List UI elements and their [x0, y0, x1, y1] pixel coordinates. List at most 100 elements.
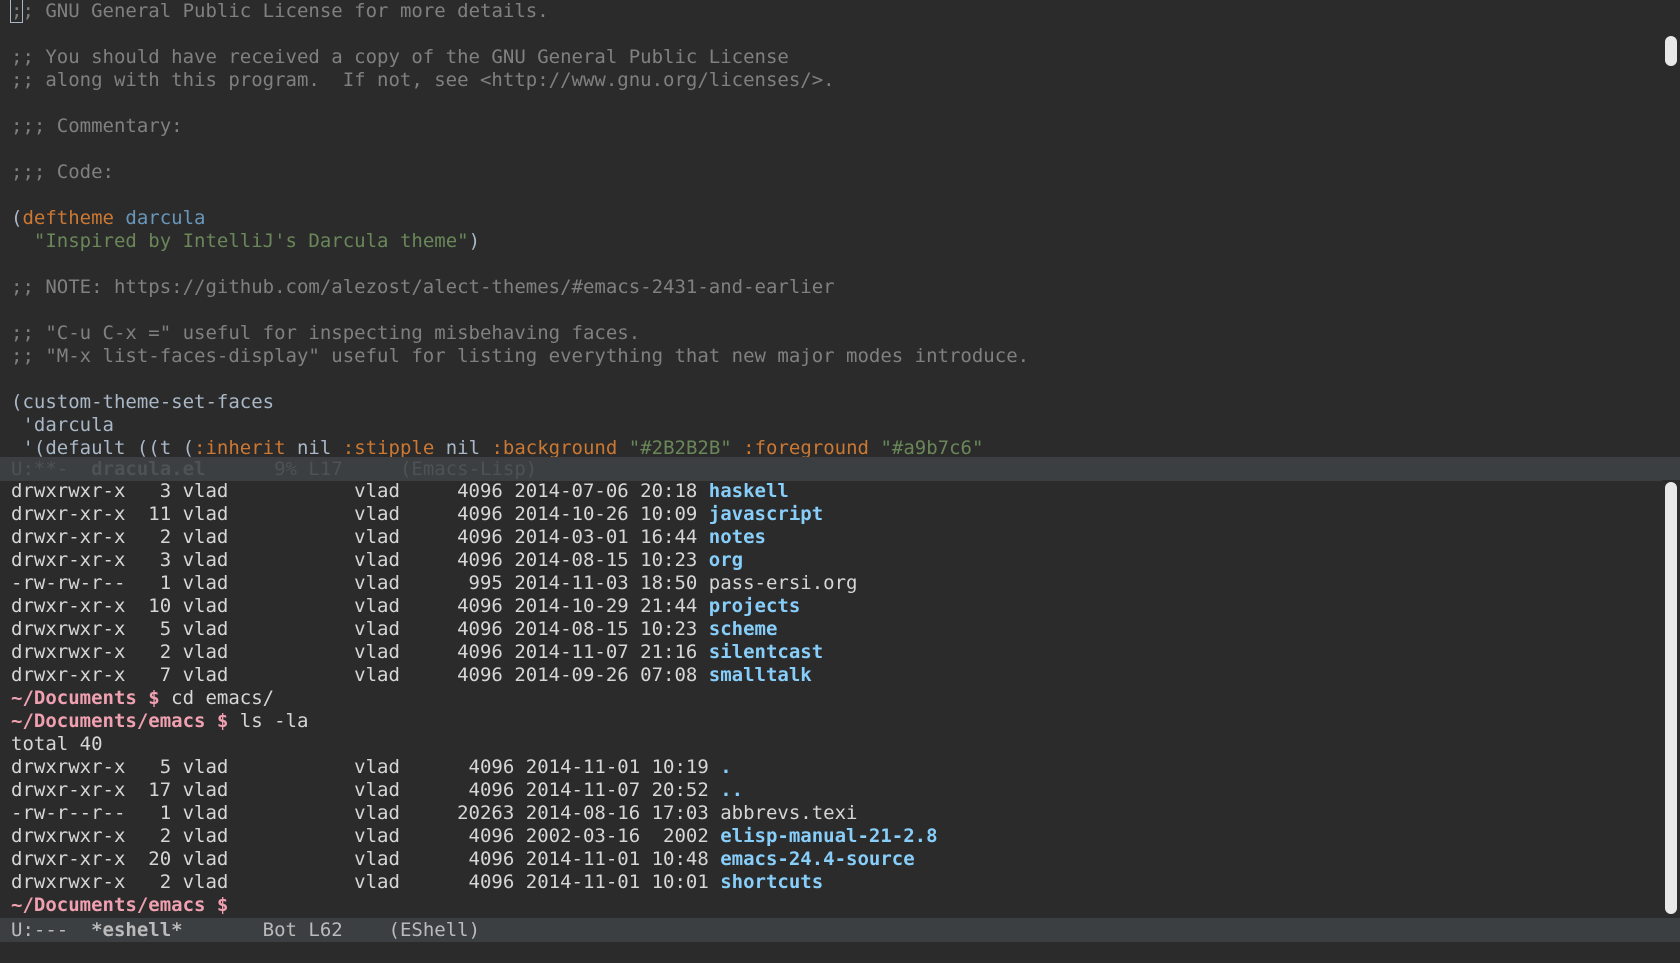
- modeline-major-mode[interactable]: (EShell): [389, 919, 481, 941]
- shell-line[interactable]: drwxr-xr-x 11 vlad vlad 4096 2014-10-26 …: [11, 503, 1662, 526]
- text-segment: "Inspired by IntelliJ's Darcula theme": [33, 230, 469, 252]
- directory-name: silentcast: [708, 641, 824, 663]
- shell-line[interactable]: -rw-r--r-- 1 vlad vlad 20263 2014-08-16 …: [11, 802, 1662, 825]
- text-segment: :background: [491, 437, 618, 457]
- code-line[interactable]: (deftheme darcula: [11, 207, 1662, 230]
- text-segment: nil: [434, 437, 492, 457]
- code-line[interactable]: ;; You should have received a copy of th…: [11, 46, 1662, 69]
- top-scrollbar-thumb[interactable]: [1665, 36, 1677, 66]
- shell-line[interactable]: drwxrwxr-x 2 vlad vlad 4096 2002-03-16 2…: [11, 825, 1662, 848]
- code-line[interactable]: [11, 253, 1662, 276]
- shell-line[interactable]: drwxrwxr-x 5 vlad vlad 4096 2014-11-01 1…: [11, 756, 1662, 779]
- text-segment: pass-ersi.org: [708, 572, 858, 594]
- text-segment: cd emacs/: [159, 687, 275, 709]
- text-segment: "#a9b7c6": [880, 437, 984, 457]
- shell-line[interactable]: drwxr-xr-x 7 vlad vlad 4096 2014-09-26 0…: [11, 664, 1662, 687]
- shell-line[interactable]: drwxrwxr-x 2 vlad vlad 4096 2014-11-01 1…: [11, 871, 1662, 894]
- code-line[interactable]: [11, 368, 1662, 391]
- code-line[interactable]: ;; NOTE: https://github.com/alezost/alec…: [11, 276, 1662, 299]
- directory-name: elisp-manual-21-2.8: [720, 825, 938, 847]
- code-line[interactable]: 'darcula: [11, 414, 1662, 437]
- code-line[interactable]: [11, 184, 1662, 207]
- text-segment: drwxr-xr-x 3 vlad vlad 4096 2014-08-15 1…: [11, 549, 709, 571]
- eshell-output-text[interactable]: drwxrwxr-x 3 vlad vlad 4096 2014-07-06 2…: [0, 480, 1662, 917]
- eshell-window[interactable]: drwxrwxr-x 3 vlad vlad 4096 2014-07-06 2…: [0, 480, 1662, 918]
- shell-prompt: ~/Documents $: [11, 687, 160, 709]
- shell-line[interactable]: total 40: [11, 733, 1662, 756]
- text-segment: ;; along with this program. If not, see …: [11, 69, 835, 91]
- code-line[interactable]: [11, 299, 1662, 322]
- bottom-scrollbar-thumb[interactable]: [1665, 482, 1677, 914]
- shell-line[interactable]: drwxr-xr-x 20 vlad vlad 4096 2014-11-01 …: [11, 848, 1662, 871]
- modeline-buffer-name[interactable]: *eshell*: [91, 919, 183, 941]
- text-segment: :foreground: [743, 437, 870, 457]
- code-line[interactable]: [11, 23, 1662, 46]
- code-line[interactable]: ;;; Code:: [11, 161, 1662, 184]
- shell-line[interactable]: ~/Documents/emacs $ ls -la: [11, 710, 1662, 733]
- directory-name: .: [720, 756, 732, 778]
- mode-line-dracula-el[interactable]: U:**- dracula.el 9% L17 (Emacs-Lisp): [0, 457, 1680, 481]
- code-line[interactable]: ;; "C-u C-x =" useful for inspecting mis…: [11, 322, 1662, 345]
- shell-line[interactable]: drwxrwxr-x 5 vlad vlad 4096 2014-08-15 1…: [11, 618, 1662, 641]
- code-line[interactable]: [11, 138, 1662, 161]
- elisp-source-text[interactable]: ;; GNU General Public License for more d…: [0, 0, 1662, 457]
- shell-line[interactable]: drwxrwxr-x 2 vlad vlad 4096 2014-11-07 2…: [11, 641, 1662, 664]
- shell-line[interactable]: ~/Documents $ cd emacs/: [11, 687, 1662, 710]
- text-segment: [869, 437, 880, 457]
- code-line[interactable]: (custom-theme-set-faces: [11, 391, 1662, 414]
- modeline-major-mode[interactable]: (Emacs-Lisp): [400, 458, 537, 480]
- directory-name: scheme: [708, 618, 778, 640]
- text-segment: total 40: [11, 733, 103, 755]
- directory-name: smalltalk: [708, 664, 812, 686]
- text-segment: ;; "M-x list-faces-display" useful for l…: [11, 345, 1030, 367]
- shell-line[interactable]: drwxr-xr-x 3 vlad vlad 4096 2014-08-15 1…: [11, 549, 1662, 572]
- directory-name: notes: [708, 526, 766, 548]
- text-segment: drwxrwxr-x 2 vlad vlad 4096 2014-11-01 1…: [11, 871, 721, 893]
- text-segment: darcula: [125, 207, 206, 229]
- text-segment: ls -la: [228, 710, 309, 732]
- text-segment: drwxr-xr-x 7 vlad vlad 4096 2014-09-26 0…: [11, 664, 709, 686]
- shell-line[interactable]: drwxrwxr-x 3 vlad vlad 4096 2014-07-06 2…: [11, 480, 1662, 503]
- text-segment: (: [11, 207, 23, 229]
- code-line[interactable]: [11, 92, 1662, 115]
- text-segment: ; GNU General Public License for more de…: [22, 0, 549, 22]
- text-segment: ): [468, 230, 481, 252]
- modeline-position: Bot L62: [182, 919, 389, 941]
- text-segment: -rw-rw-r-- 1 vlad vlad 995 2014-11-03 18…: [11, 572, 709, 594]
- code-line[interactable]: ;;; Commentary:: [11, 115, 1662, 138]
- text-segment: -rw-r--r-- 1 vlad vlad 20263 2014-08-16 …: [11, 802, 721, 824]
- shell-line[interactable]: drwxr-xr-x 2 vlad vlad 4096 2014-03-01 1…: [11, 526, 1662, 549]
- code-line[interactable]: '(default ((t (:inherit nil :stipple nil…: [11, 437, 1662, 457]
- text-segment: [732, 437, 743, 457]
- mode-line-eshell[interactable]: U:--- *eshell* Bot L62 (EShell): [0, 918, 1680, 942]
- top-window-scrollbar[interactable]: [1662, 0, 1680, 457]
- modeline-buffer-name[interactable]: dracula.el: [91, 458, 205, 480]
- code-line[interactable]: "Inspired by IntelliJ's Darcula theme"): [11, 230, 1662, 253]
- directory-name: emacs-24.4-source: [720, 848, 915, 870]
- code-line[interactable]: ;; "M-x list-faces-display" useful for l…: [11, 345, 1662, 368]
- editor-window-dracula-el[interactable]: ;; GNU General Public License for more d…: [0, 0, 1662, 457]
- shell-line[interactable]: ~/Documents/emacs $: [11, 894, 1662, 917]
- text-segment: [11, 230, 34, 252]
- shell-line[interactable]: -rw-rw-r-- 1 vlad vlad 995 2014-11-03 18…: [11, 572, 1662, 595]
- shell-line[interactable]: drwxr-xr-x 10 vlad vlad 4096 2014-10-29 …: [11, 595, 1662, 618]
- text-segment: (custom-theme-set-faces: [11, 391, 275, 413]
- text-segment: "#2B2B2B": [628, 437, 732, 457]
- text-segment: [228, 894, 239, 916]
- text-segment: ;; GNU General Public License for more d…: [9, 0, 549, 23]
- text-segment: ;; NOTE: https://github.com/alezost/alec…: [11, 276, 835, 298]
- bottom-window-scrollbar[interactable]: [1662, 480, 1680, 918]
- text-segment: ;; You should have received a copy of th…: [11, 46, 789, 68]
- code-line[interactable]: ;; GNU General Public License for more d…: [9, 0, 1662, 23]
- text-segment: drwxrwxr-x 2 vlad vlad 4096 2014-11-07 2…: [11, 641, 709, 663]
- text-segment: drwxrwxr-x 5 vlad vlad 4096 2014-11-01 1…: [11, 756, 721, 778]
- text-segment: :inherit: [194, 437, 286, 457]
- shell-line[interactable]: drwxr-xr-x 17 vlad vlad 4096 2014-11-07 …: [11, 779, 1662, 802]
- shell-prompt: ~/Documents/emacs $: [11, 710, 229, 732]
- shell-prompt: ~/Documents/emacs $: [11, 894, 229, 916]
- modeline-status: U:**-: [11, 458, 92, 480]
- text-segment: drwxr-xr-x 2 vlad vlad 4096 2014-03-01 1…: [11, 526, 709, 548]
- text-segment: drwxr-xr-x 17 vlad vlad 4096 2014-11-07 …: [11, 779, 721, 801]
- code-line[interactable]: ;; along with this program. If not, see …: [11, 69, 1662, 92]
- minibuffer[interactable]: [0, 942, 1680, 963]
